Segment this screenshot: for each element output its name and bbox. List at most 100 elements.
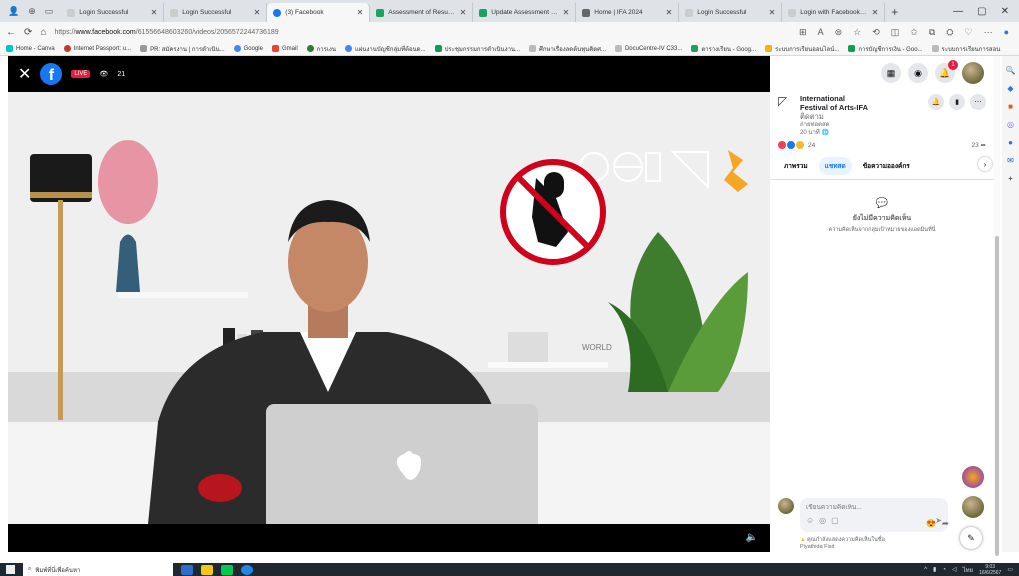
app-available-icon[interactable]: ⊞ [799, 27, 807, 38]
new-message-button[interactable]: ✎ [960, 527, 982, 549]
add-sidebar-icon[interactable]: + [1008, 174, 1013, 183]
follow-link[interactable]: ติดตาม [800, 112, 824, 121]
bookmark[interactable]: DocuCentre-IV C33... [614, 45, 682, 52]
share-arrow-icon[interactable]: ➦ [942, 519, 949, 528]
tab-org-messages[interactable]: ข้อความอองค์กร [857, 157, 916, 175]
reaction-emoji-icon[interactable]: 😍 [926, 519, 936, 528]
comment-input[interactable] [806, 504, 942, 511]
bookmark[interactable]: แผ่นงานบัญชีกลุ่มที่ต้อนด... [344, 44, 426, 54]
chevron-right-icon[interactable]: › [978, 157, 992, 171]
games-icon[interactable]: ● [1008, 138, 1013, 147]
copilot-icon[interactable]: ● [1004, 27, 1009, 38]
profile-avatar[interactable] [962, 62, 984, 84]
copilot-sidebar-icon[interactable]: ◆ [1007, 84, 1013, 93]
ifa-page-icon[interactable]: ◸ [778, 94, 794, 110]
bookmark[interactable]: ระบบการเรียนการสอน [931, 44, 1000, 54]
bookmark[interactable]: ประชุมกรรมการดำเนินงาน... [434, 44, 520, 54]
browser-tab[interactable]: Login Successful ✕ [164, 3, 268, 22]
taskbar-search[interactable]: ⌕ พิมพ์ที่นี่เพื่อค้นหา [23, 563, 173, 576]
collections-icon[interactable]: ⧉ [929, 27, 935, 38]
new-tab-button[interactable]: + [885, 3, 904, 22]
tab-live-chat[interactable]: แชทสด [818, 157, 852, 175]
close-window-icon[interactable]: ✕ [1001, 6, 1009, 17]
task-view-icon[interactable] [181, 564, 193, 575]
browser-tab[interactable]: Login Successful ✕ [679, 3, 783, 22]
bookmark[interactable]: การเงน [306, 44, 336, 54]
minimize-icon[interactable]: — [953, 6, 963, 17]
browser-tab[interactable]: Assessment of Result Writ ✕ [370, 3, 474, 22]
close-tab-icon[interactable]: ✕ [769, 8, 776, 17]
home-icon[interactable]: ⌂ [40, 27, 46, 38]
close-tab-icon[interactable]: ✕ [872, 8, 879, 17]
scroll-thumb[interactable] [995, 236, 999, 556]
close-viewer-button[interactable]: ✕ [18, 64, 31, 84]
tools-icon[interactable]: ◎ [1007, 120, 1014, 129]
send-icon[interactable]: ➤ [935, 516, 942, 525]
translate-icon[interactable]: ⊜ [835, 27, 843, 38]
more-menu-icon[interactable]: ⋯ [984, 27, 993, 38]
browser-tab[interactable]: Home | IFA 2024 ✕ [576, 3, 680, 22]
tab-actions-icon[interactable]: ▭ [45, 6, 54, 17]
bookmark[interactable]: PR: สมัครงาน | การดำเนิน... [140, 44, 225, 54]
page-name[interactable]: International Festival of Arts-IFA [800, 94, 868, 112]
browser-tab[interactable]: Login Successful ✕ [61, 3, 165, 22]
volume-icon[interactable]: ◁ [952, 566, 957, 573]
close-tab-icon[interactable]: ✕ [563, 8, 570, 17]
chat-head-contact[interactable] [962, 496, 984, 518]
bookmark[interactable]: ศึกษาเรื่องลดต้นทุนคิดศ... [529, 44, 606, 54]
reaction-icons[interactable]: 24 [778, 141, 815, 149]
menu-grid-button[interactable]: ▦ [881, 63, 901, 83]
browser-tab[interactable]: Update Assessment of Re ✕ [473, 3, 577, 22]
bookmark[interactable]: Gmail [271, 45, 298, 52]
bookmark[interactable]: ตารางเรียน - Goog... [691, 44, 756, 54]
outlook-icon[interactable]: ✉ [1007, 156, 1014, 165]
profile-icon[interactable]: 👤 [8, 6, 19, 17]
close-tab-icon[interactable]: ✕ [666, 8, 673, 17]
volume-icon[interactable]: 🔈 [746, 532, 758, 543]
bookmark[interactable]: Home - Canva [6, 45, 55, 52]
favorites-icon[interactable]: ✩ [910, 27, 918, 38]
facebook-logo[interactable]: f [40, 63, 63, 85]
extensions-icon[interactable]: ⛭ [946, 27, 953, 38]
chevron-up-icon[interactable]: ^ [924, 567, 927, 573]
chat-head-messenger[interactable] [962, 466, 984, 488]
close-tab-icon[interactable]: ✕ [151, 8, 158, 17]
bookmark[interactable]: ระบบการเรียนออนไลน์... [765, 44, 839, 54]
language-indicator[interactable]: ไทย [963, 565, 974, 575]
edge-browser-icon[interactable] [241, 564, 253, 575]
share-count[interactable]: 23 [972, 142, 979, 149]
url-field[interactable]: https://www.facebook.com/61556648603260/… [54, 29, 791, 36]
favorite-star-icon[interactable]: ☆ [853, 27, 861, 38]
notification-center-icon[interactable]: ▭ [1007, 566, 1013, 573]
messenger-button[interactable]: ◉ [908, 63, 928, 83]
battery-icon[interactable]: ▮ [933, 566, 936, 573]
close-tab-icon[interactable]: ✕ [254, 8, 261, 17]
post-time[interactable]: 20 นาที [800, 130, 820, 136]
commenting-as-name[interactable]: Piyathida Fisit [800, 544, 834, 550]
file-explorer-icon[interactable] [201, 564, 213, 575]
bookmark[interactable]: การบัญชีการเงิน - Goo... [848, 44, 923, 54]
shopping-icon[interactable]: ■ [1008, 102, 1013, 111]
browser-tab-active[interactable]: (3) Facebook ✕ [267, 3, 371, 22]
maximize-icon[interactable]: ▢ [977, 6, 986, 17]
close-tab-icon[interactable]: ✕ [460, 8, 467, 17]
notifications-button[interactable]: 🔔 1 [935, 60, 958, 83]
live-video-frame[interactable]: WORLD [8, 92, 770, 524]
more-options-button[interactable]: ⋯ [970, 94, 986, 110]
close-tab-icon[interactable]: ✕ [357, 8, 364, 17]
clock[interactable]: 9:03 16/6/2567 [979, 564, 1001, 576]
windows-start-icon[interactable] [6, 565, 15, 574]
back-icon[interactable]: ← [6, 27, 16, 38]
bookmark[interactable]: Google [233, 45, 263, 52]
refresh-icon[interactable]: ⟲ [872, 27, 880, 38]
camera-icon[interactable]: ◎ [819, 516, 826, 525]
emoji-icon[interactable]: ☺ [806, 516, 814, 525]
workspaces-icon[interactable]: ⊕ [28, 6, 36, 17]
reload-icon[interactable]: ⟳ [24, 27, 32, 38]
split-screen-icon[interactable]: ◫ [891, 27, 900, 38]
page-scrollbar[interactable] [994, 56, 1000, 556]
search-icon[interactable]: 🔍 [1006, 66, 1016, 75]
save-button[interactable]: ▮ [949, 94, 965, 110]
browser-essentials-icon[interactable]: ♡ [964, 27, 972, 38]
bell-button[interactable]: 🔔 [928, 94, 944, 110]
